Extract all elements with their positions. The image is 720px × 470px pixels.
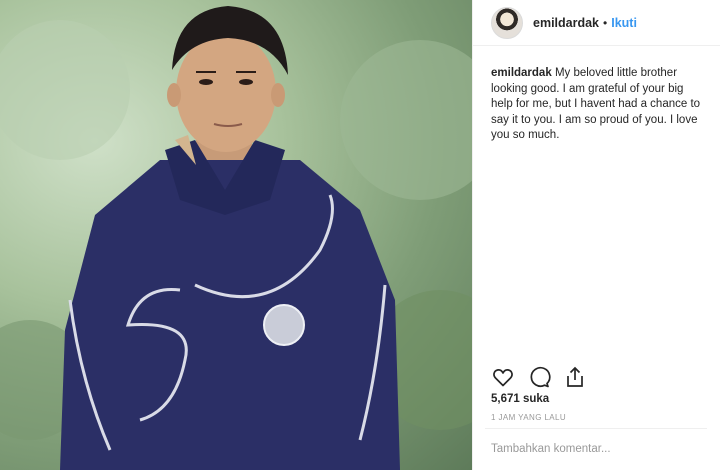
caption-username[interactable]: emildardak [491,67,552,79]
post-timestamp: 1 JAM YANG LALU [491,413,567,422]
photo-illustration [0,6,472,470]
heart-icon[interactable] [491,365,515,389]
post-header: emildardak • Ikuti [473,0,720,46]
divider [485,428,707,429]
like-count[interactable]: 5,671 suka [491,393,549,405]
comment-input[interactable]: Tambahkan komentar... [491,443,611,455]
post-side-panel: emildardak • Ikuti emildardak My beloved… [472,0,720,470]
avatar[interactable] [491,6,523,39]
header-username[interactable]: emildardak [533,16,599,30]
header-separator: • [603,15,608,30]
comment-icon[interactable] [527,365,551,389]
follow-button[interactable]: Ikuti [611,16,637,30]
post-photo[interactable] [0,0,472,470]
action-bar [491,365,587,389]
share-icon[interactable] [563,365,587,389]
post-caption: emildardak My beloved little brother loo… [491,66,705,144]
